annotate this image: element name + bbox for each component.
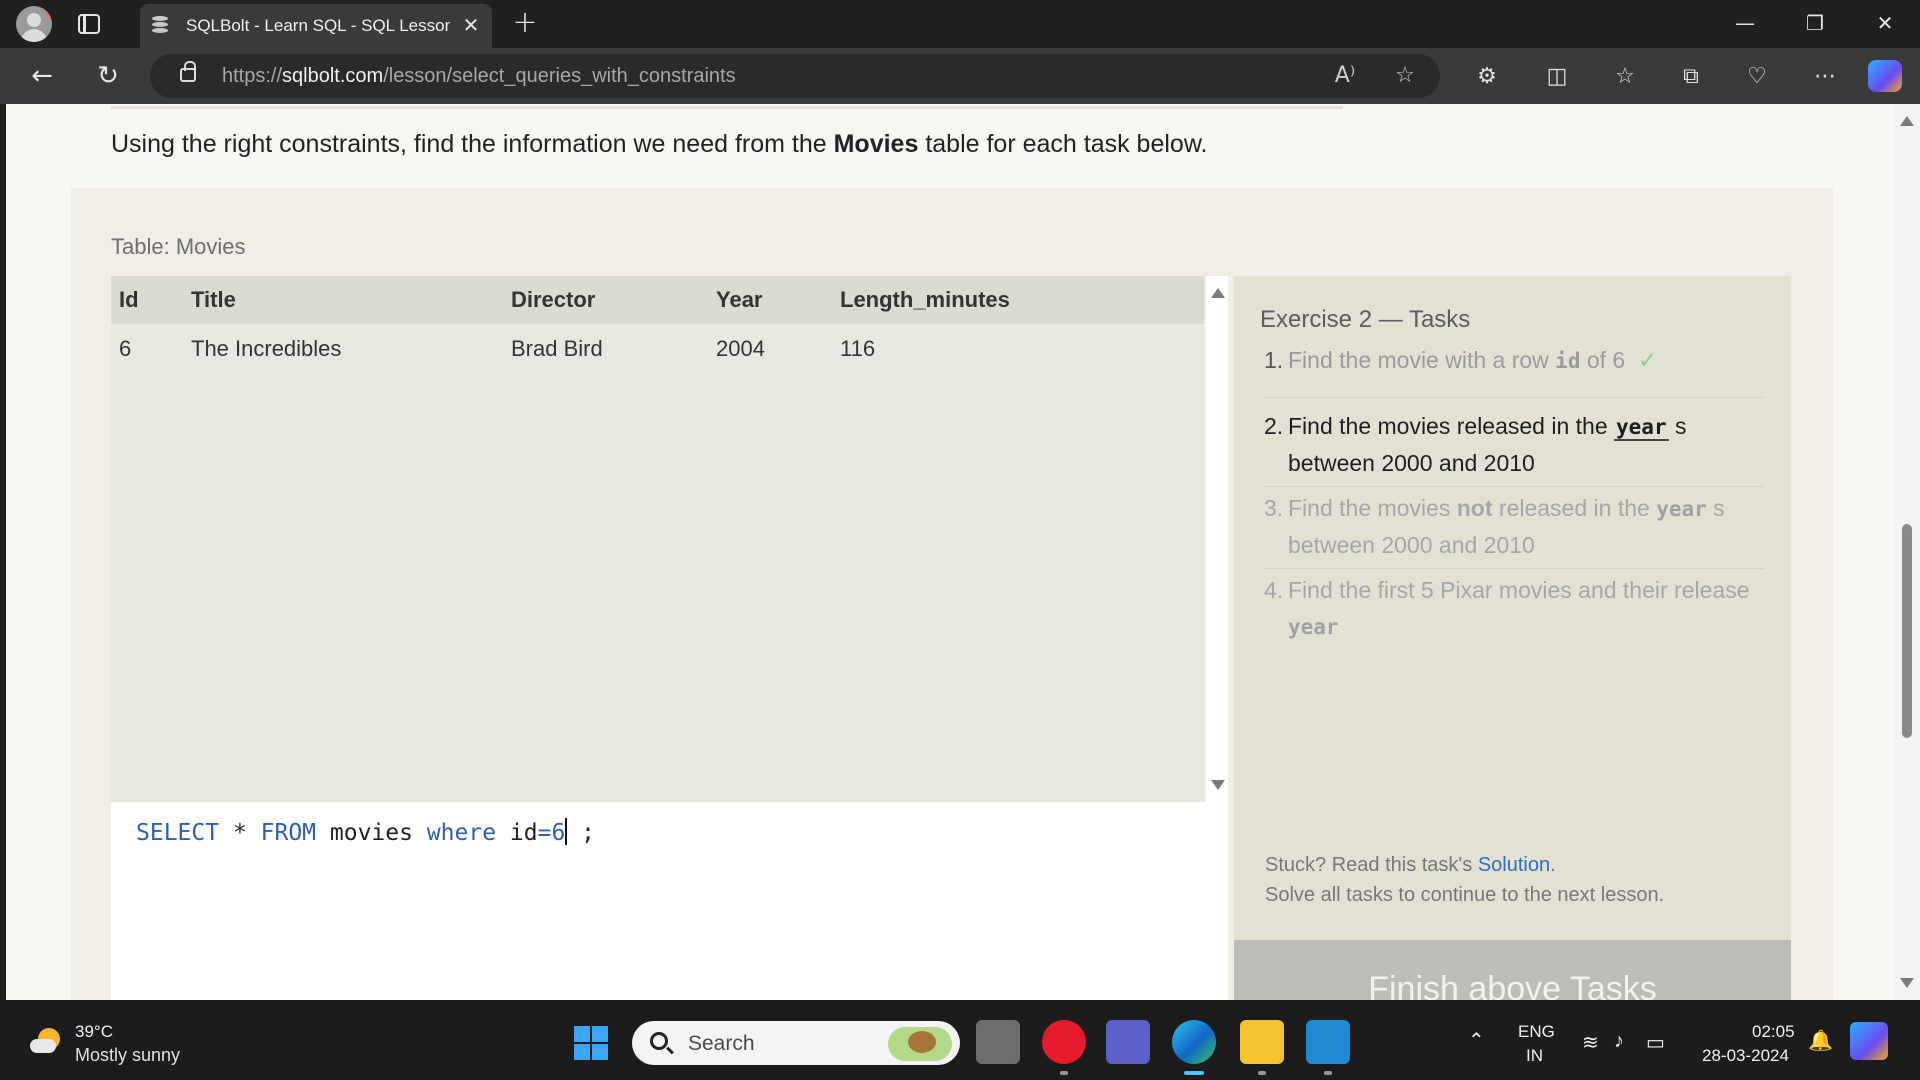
scroll-down-arrow-icon[interactable]: [1900, 978, 1914, 988]
edge-browser-icon[interactable]: [1172, 1020, 1216, 1064]
browser-tab-sqlbolt[interactable]: SQLBolt - Learn SQL - SQL Lesson ✕: [140, 4, 492, 48]
continue-note: Solve all tasks to continue to the next …: [1265, 884, 1665, 906]
windows-start-icon[interactable]: [574, 1026, 608, 1060]
exercise-intro: Using the right constraints, find the in…: [71, 104, 1833, 188]
exercise-title: Exercise 2 — Tasks: [1260, 306, 1471, 333]
column-header: Id: [119, 287, 139, 312]
table-cell: 6: [119, 336, 132, 361]
address-bar[interactable]: https://sqlbolt.com/lesson/select_querie…: [150, 54, 1440, 98]
column-header: Length_minutes: [840, 287, 1010, 312]
favorites-icon[interactable]: ☆: [1608, 60, 1642, 94]
search-icon: [650, 1032, 668, 1050]
intro-text: Using the right constraints, find the in…: [111, 130, 1208, 158]
favorite-star-icon[interactable]: ☆: [1390, 62, 1420, 90]
lock-icon[interactable]: [180, 61, 196, 82]
checkmark-icon: ✓: [1638, 347, 1658, 373]
lesson-content: Using the right constraints, find the in…: [71, 104, 1833, 1000]
weather-sunny-icon[interactable]: [30, 1028, 62, 1056]
url-text[interactable]: https://sqlbolt.com/lesson/select_querie…: [222, 65, 736, 88]
back-arrow-icon[interactable]: ←: [24, 58, 60, 94]
weather-temperature[interactable]: 39°C: [75, 1022, 113, 1042]
column-header: Director: [511, 287, 596, 312]
table-cell: 2004: [716, 336, 765, 361]
tab-title: SQLBolt - Learn SQL - SQL Lesson: [186, 16, 450, 35]
notification-bell-icon[interactable]: 🔔: [1808, 1028, 1833, 1053]
scroll-down-arrow-icon[interactable]: [1211, 780, 1225, 790]
refresh-icon[interactable]: ↻: [90, 58, 126, 94]
restore-icon[interactable]: ❐: [1782, 0, 1848, 46]
table-cell: Brad Bird: [511, 336, 603, 361]
file-explorer-icon[interactable]: [1240, 1020, 1284, 1064]
minimize-icon[interactable]: —: [1712, 0, 1778, 46]
new-tab-button[interactable]: +: [508, 6, 542, 40]
collections-icon[interactable]: ⧉: [1674, 60, 1708, 94]
page-viewport: Using the right constraints, find the in…: [6, 104, 1894, 1000]
volume-icon[interactable]: ♪: [1614, 1030, 1624, 1053]
weather-condition[interactable]: Mostly sunny: [75, 1045, 180, 1066]
table-cell: The Incredibles: [191, 336, 342, 361]
column-header: Year: [716, 287, 763, 312]
table-cell: 116: [840, 336, 876, 361]
vscode-icon[interactable]: [1306, 1020, 1350, 1064]
battery-icon[interactable]: ▭: [1646, 1030, 1665, 1055]
read-aloud-icon[interactable]: A⁾: [1330, 62, 1360, 90]
sql-query-text[interactable]: SELECT * FROM movies where id=6 ;: [136, 818, 595, 846]
exercise-tasks-panel: Exercise 2 — Tasks 1. Find the movie wit…: [1234, 276, 1791, 1000]
query-results-table: Id Title Director Year Length_minutes 6 …: [111, 276, 1204, 802]
database-favicon-icon: [152, 16, 170, 36]
copilot-icon[interactable]: [1868, 60, 1902, 92]
tab-close-icon[interactable]: ✕: [458, 12, 484, 38]
browser-essentials-icon[interactable]: ♡: [1740, 60, 1774, 94]
browser-tab-bar: SQLBolt - Learn SQL - SQL Lesson ✕ + — ❐…: [0, 0, 1920, 48]
taskbar-search-box[interactable]: Search: [632, 1021, 960, 1065]
running-indicator: [1060, 1071, 1068, 1075]
language-indicator[interactable]: ENG: [1518, 1022, 1555, 1042]
divider: [111, 106, 1343, 109]
active-indicator: [1184, 1071, 1204, 1075]
split-screen-icon[interactable]: ◫: [1540, 60, 1574, 94]
wifi-icon[interactable]: ≋: [1582, 1030, 1599, 1055]
tab-actions-icon[interactable]: [78, 14, 100, 34]
scroll-up-arrow-icon[interactable]: [1900, 116, 1914, 126]
extensions-icon[interactable]: ⚙: [1470, 60, 1504, 94]
opera-browser-icon[interactable]: [1042, 1020, 1086, 1064]
search-label: Search: [688, 1032, 755, 1055]
running-indicator: [1324, 1071, 1332, 1075]
browser-nav-bar: ← ↻ https://sqlbolt.com/lesson/select_qu…: [0, 48, 1920, 104]
divider: [1264, 486, 1764, 487]
language-region[interactable]: IN: [1526, 1046, 1543, 1066]
scroll-up-arrow-icon[interactable]: [1211, 288, 1225, 298]
divider: [1264, 397, 1764, 398]
copilot-taskbar-icon[interactable]: [1850, 1022, 1888, 1060]
clock-date[interactable]: 28-03-2024: [1702, 1046, 1789, 1066]
results-scrollbar[interactable]: [1206, 276, 1228, 802]
table-caption: Table: Movies: [111, 234, 246, 259]
column-header: Title: [191, 287, 236, 312]
search-highlight-image: [888, 1027, 952, 1061]
page-scrollbar[interactable]: [1894, 104, 1920, 1000]
finish-button-label: Finish above Tasks: [1368, 970, 1657, 1000]
finish-tasks-button[interactable]: Finish above Tasks: [1234, 940, 1791, 1000]
windows-taskbar: 39°C Mostly sunny Search ⌃ ENG IN ≋ ♪ ▭ …: [0, 1000, 1920, 1080]
solution-hint: Stuck? Read this task's Solution.: [1265, 854, 1556, 876]
teams-icon[interactable]: [1106, 1020, 1150, 1064]
sql-query-editor[interactable]: SELECT * FROM movies where id=6 ;: [111, 802, 1228, 1000]
divider: [1264, 568, 1764, 569]
solution-link[interactable]: Solution: [1478, 854, 1550, 876]
scrollbar-thumb[interactable]: [1902, 524, 1912, 738]
table-header-row: Id Title Director Year Length_minutes: [111, 276, 1204, 324]
profile-avatar-icon[interactable]: [16, 6, 52, 42]
show-hidden-icons-chevron-icon[interactable]: ⌃: [1468, 1028, 1485, 1053]
close-window-icon[interactable]: ✕: [1852, 0, 1918, 46]
running-indicator: [1258, 1071, 1266, 1075]
task-view-icon[interactable]: [976, 1020, 1020, 1064]
clock-time[interactable]: 02:05: [1752, 1022, 1795, 1042]
more-options-icon[interactable]: ⋯: [1808, 60, 1842, 94]
